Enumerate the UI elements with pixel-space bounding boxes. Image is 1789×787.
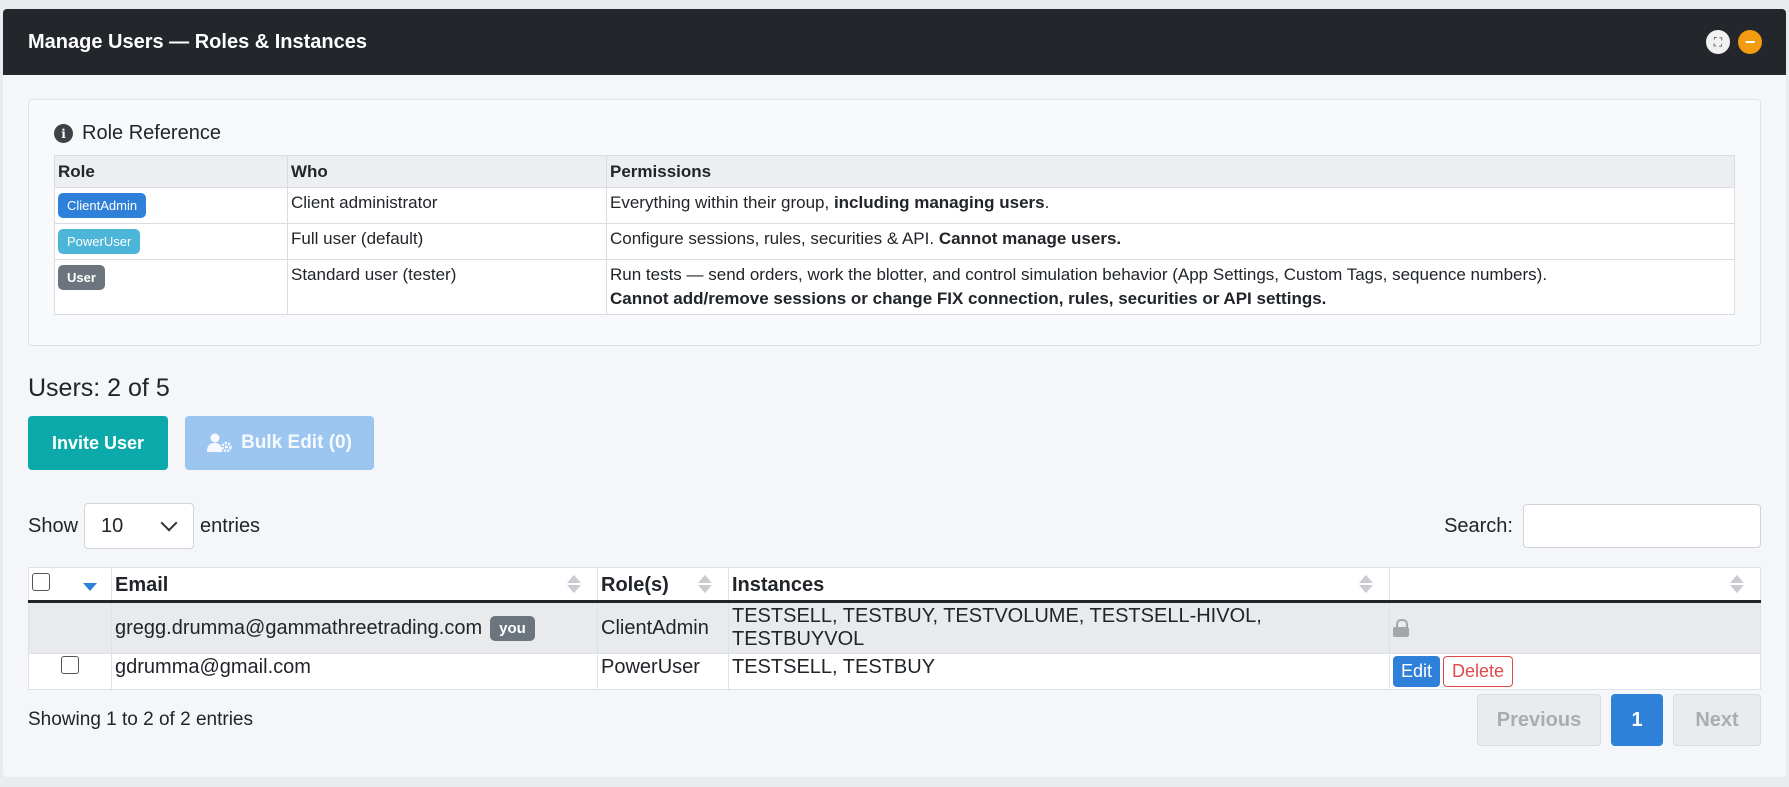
page-length-value: 10: [101, 514, 124, 537]
previous-page-button[interactable]: Previous: [1477, 694, 1601, 746]
column-roles[interactable]: Role(s): [597, 567, 729, 603]
pagination: Previous 1 Next: [1477, 694, 1761, 746]
table-footer: Showing 1 to 2 of 2 entries Previous 1 N…: [28, 694, 1761, 746]
table-info: Showing 1 to 2 of 2 entries: [28, 709, 253, 730]
entries-label: entries: [200, 514, 261, 537]
column-actions[interactable]: [1389, 567, 1761, 603]
ref-permissions: Run tests — send orders, work the blotte…: [606, 259, 1735, 315]
ref-row-user: User Standard user (tester) Run tests — …: [54, 259, 1735, 315]
role-badge-user: User: [58, 265, 105, 290]
show-label: Show: [28, 514, 79, 537]
perm-text: Run tests — send orders, work the blotte…: [610, 265, 1548, 284]
select-all-header[interactable]: [28, 567, 112, 603]
role-badge-poweruser: PowerUser: [58, 229, 141, 254]
perm-bold: including managing users: [833, 193, 1045, 212]
invite-user-button[interactable]: Invite User: [28, 416, 168, 470]
page-length-select[interactable]: 10: [84, 503, 195, 549]
ref-header-role: Role: [54, 155, 288, 188]
window-title: Manage Users — Roles & Instances: [28, 30, 368, 53]
user-instances: TESTSELL, TESTBUY: [728, 653, 1390, 690]
manage-users-window: Manage Users — Roles & Instances ⛶ − i R…: [3, 9, 1786, 777]
ref-who: Standard user (tester): [287, 259, 607, 315]
column-roles-label: Role(s): [601, 573, 669, 596]
table-controls: Show 10 entries Search:: [28, 503, 1761, 549]
row-checkbox[interactable]: [61, 656, 79, 674]
minimize-icon[interactable]: −: [1738, 30, 1762, 54]
next-page-button[interactable]: Next: [1673, 694, 1761, 746]
user-instances: TESTSELL, TESTBUY, TESTVOLUME, TESTSELL-…: [728, 601, 1390, 654]
page-length-control: Show 10 entries: [28, 503, 260, 549]
column-email[interactable]: Email: [111, 567, 598, 603]
fullscreen-icon[interactable]: ⛶: [1706, 30, 1730, 54]
user-email: gdrumma@gmail.com: [111, 653, 598, 690]
delete-button[interactable]: Delete: [1443, 656, 1514, 687]
column-instances[interactable]: Instances: [728, 567, 1390, 603]
role-reference-card: i Role Reference Role Who Permissions Cl…: [28, 99, 1761, 346]
search-label: Search:: [1444, 514, 1513, 537]
ref-who: Full user (default): [287, 223, 607, 260]
role-reference-title: Role Reference: [82, 122, 221, 144]
role-reference-heading: i Role Reference: [54, 122, 1735, 145]
lock-icon: [1393, 619, 1409, 638]
chevron-down-icon: [160, 514, 178, 532]
ref-row-clientadmin: ClientAdmin Client administrator Everyth…: [54, 187, 1735, 224]
user-gear-icon: [207, 433, 232, 453]
sort-icon: [1730, 575, 1744, 593]
ref-permissions: Everything within their group, including…: [606, 187, 1735, 224]
select-all-checkbox[interactable]: [32, 573, 50, 591]
window-content: i Role Reference Role Who Permissions Cl…: [3, 99, 1786, 746]
column-email-label: Email: [115, 573, 169, 596]
column-instances-label: Instances: [732, 573, 825, 596]
role-reference-table: Role Who Permissions ClientAdmin Client …: [54, 155, 1735, 315]
ref-header-who: Who: [287, 155, 607, 188]
page-1-button[interactable]: 1: [1611, 694, 1663, 746]
sort-icon: [567, 575, 581, 593]
search-input[interactable]: [1523, 504, 1761, 548]
user-email: gregg.drumma@gammathreetrading.com: [115, 616, 483, 639]
users-count-heading: Users: 2 of 5: [28, 374, 170, 402]
bulk-edit-button[interactable]: Bulk Edit (0): [185, 416, 374, 470]
edit-button[interactable]: Edit: [1393, 656, 1441, 687]
ref-header-permissions: Permissions: [606, 155, 1735, 188]
user-role: PowerUser: [597, 653, 729, 690]
table-row: gdrumma@gmail.com PowerUser TESTSELL, TE…: [28, 653, 1761, 690]
perm-bold: Cannot add/remove sessions or change FIX…: [610, 289, 1327, 308]
perm-text: Configure sessions, rules, securities & …: [610, 229, 939, 248]
sort-desc-icon: [83, 583, 97, 591]
info-icon: i: [54, 124, 73, 143]
ref-permissions: Configure sessions, rules, securities & …: [606, 223, 1735, 260]
table-row: gregg.drumma@gammathreetrading.com you Cl…: [28, 601, 1761, 654]
bulk-edit-label: Bulk Edit (0): [241, 432, 352, 453]
ref-who: Client administrator: [287, 187, 607, 224]
perm-text: Everything within their group,: [610, 193, 834, 212]
sort-icon: [698, 575, 712, 593]
ref-row-poweruser: PowerUser Full user (default) Configure …: [54, 223, 1735, 260]
search-control: Search:: [1444, 504, 1761, 548]
window-controls: ⛶ −: [1706, 30, 1762, 54]
perm-bold: Cannot manage users.: [938, 229, 1122, 248]
role-badge-clientadmin: ClientAdmin: [58, 193, 147, 218]
sort-icon: [1359, 575, 1373, 593]
you-badge: you: [490, 615, 535, 641]
user-role: ClientAdmin: [597, 601, 729, 654]
user-actions: Invite User Bulk Edit (0): [28, 416, 1761, 470]
perm-tail: .: [1044, 193, 1050, 212]
users-table: Email Role(s) Instances gregg.drumma@gam…: [28, 567, 1761, 690]
window-titlebar: Manage Users — Roles & Instances ⛶ −: [3, 9, 1786, 75]
